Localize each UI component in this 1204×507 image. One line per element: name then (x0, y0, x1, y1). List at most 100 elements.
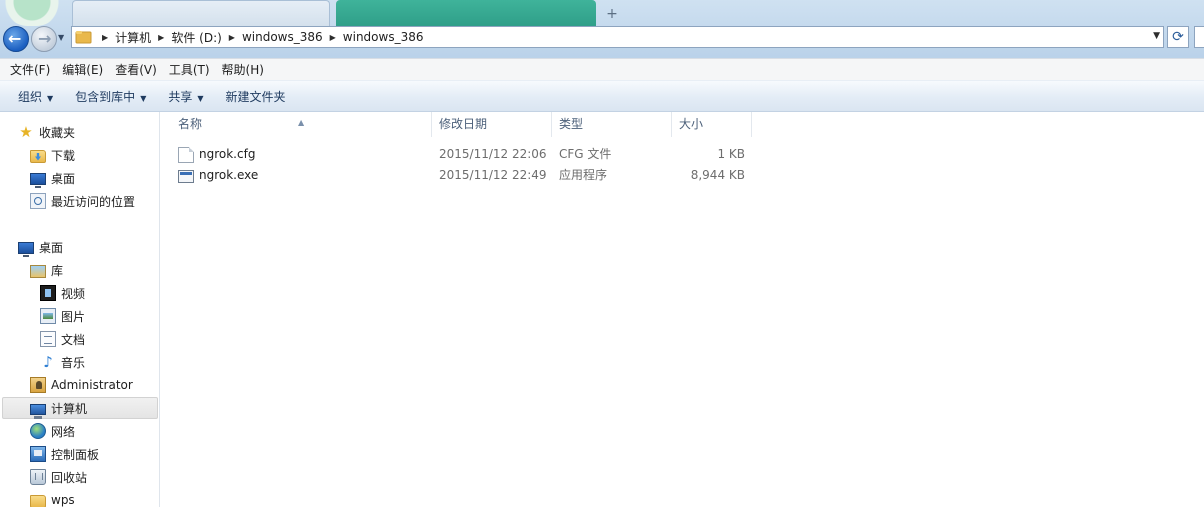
nav-documents-label: 文档 (61, 332, 86, 347)
file-modified: 2015/11/12 22:49 (439, 168, 547, 182)
user-folder-icon (30, 377, 46, 393)
chevron-down-icon: ▼ (47, 93, 54, 103)
nav-control-panel-label: 控制面板 (51, 447, 100, 462)
control-panel-icon (30, 446, 46, 462)
back-button[interactable]: ← (3, 26, 29, 52)
nav-music-label: 音乐 (61, 355, 86, 370)
browser-tab-1[interactable] (72, 0, 330, 27)
document-icon (40, 331, 56, 347)
organize-button[interactable]: 组织 ▼ (10, 88, 61, 105)
address-history-dropdown-icon[interactable]: ▼ (1153, 31, 1160, 41)
star-icon: ★ (19, 123, 33, 141)
nav-administrator[interactable]: Administrator (30, 374, 133, 396)
breadcrumb-separator-icon[interactable]: ▶ (158, 33, 164, 42)
nav-recent-places[interactable]: 最近访问的位置 (30, 190, 135, 212)
nav-recycle-bin[interactable]: 回收站 (30, 466, 87, 488)
menu-tools[interactable]: 工具(T) (163, 61, 216, 78)
command-bar: 组织 ▼ 包含到库中 ▼ 共享 ▼ 新建文件夹 (0, 80, 1204, 112)
navigation-pane: ★ 收藏夹 下载 桌面 最近访问的位置 桌面 库 视频 图片 文档 ♪ 音乐 A… (0, 112, 160, 507)
nav-pictures[interactable]: 图片 (40, 305, 85, 327)
file-name: ngrok.cfg (199, 147, 256, 161)
column-header-type[interactable]: 类型 (552, 112, 672, 137)
nav-desktop-favorite-label: 桌面 (51, 171, 76, 186)
file-name-cell[interactable]: ngrok.cfg (171, 144, 432, 165)
file-size: 8,944 KB (690, 168, 745, 182)
nav-documents[interactable]: 文档 (40, 328, 85, 350)
address-bar[interactable]: ▶ 计算机 ▶ 软件 (D:) ▶ windows_386 ▶ windows_… (71, 26, 1164, 48)
column-header-row: ▲ 名称 修改日期 类型 大小 (171, 112, 752, 137)
nav-wps[interactable]: wps (30, 489, 75, 507)
sort-ascending-icon: ▲ (298, 118, 305, 127)
desktop-icon (30, 173, 46, 188)
nav-desktop[interactable]: 桌面 (18, 236, 63, 258)
forward-button[interactable]: → (31, 26, 57, 52)
downloads-folder-icon (30, 149, 46, 163)
picture-icon (40, 308, 56, 324)
nav-libraries[interactable]: 库 (30, 259, 63, 281)
file-size: 1 KB (717, 147, 745, 161)
menu-view[interactable]: 查看(V) (109, 61, 163, 78)
breadcrumb-separator-icon[interactable]: ▶ (229, 33, 235, 42)
column-header-name-label: 名称 (178, 117, 203, 131)
nav-desktop-label: 桌面 (39, 240, 64, 255)
breadcrumb-folder-1[interactable]: windows_386 (242, 30, 323, 44)
include-in-library-button[interactable]: 包含到库中 ▼ (67, 88, 154, 105)
chevron-down-icon: ▼ (197, 93, 204, 103)
file-type: CFG 文件 (559, 147, 612, 161)
nav-videos[interactable]: 视频 (40, 282, 85, 304)
computer-icon (30, 403, 46, 419)
nav-wps-label: wps (51, 493, 75, 507)
folder-icon (75, 29, 95, 45)
menubar: 文件(F) 编辑(E) 查看(V) 工具(T) 帮助(H) (0, 58, 1204, 80)
include-in-library-label: 包含到库中 (75, 89, 136, 104)
nav-favorites[interactable]: ★ 收藏夹 (18, 121, 75, 143)
nav-network-label: 网络 (51, 424, 76, 439)
file-row[interactable]: ngrok.exe 2015/11/12 22:49 应用程序 8,944 KB (171, 165, 752, 186)
browser-logo-icon (2, 0, 62, 26)
recent-places-icon (30, 193, 46, 209)
new-folder-button[interactable]: 新建文件夹 (218, 88, 294, 105)
recent-pages-dropdown[interactable]: ▼ (58, 33, 68, 43)
new-tab-plus-icon[interactable]: + (604, 6, 620, 22)
column-header-name[interactable]: ▲ 名称 (171, 112, 432, 137)
nav-computer[interactable]: 计算机 (2, 397, 158, 419)
nav-desktop-favorite[interactable]: 桌面 (30, 167, 75, 189)
column-header-size[interactable]: 大小 (672, 112, 752, 137)
breadcrumb-separator-icon[interactable]: ▶ (102, 33, 108, 42)
nav-control-panel[interactable]: 控制面板 (30, 443, 99, 465)
nav-music[interactable]: ♪ 音乐 (40, 351, 85, 373)
cfg-file-icon (178, 146, 194, 163)
breadcrumb-drive[interactable]: 软件 (D:) (171, 29, 221, 46)
nav-network[interactable]: 网络 (30, 420, 75, 442)
nav-downloads-label: 下载 (51, 148, 76, 163)
share-button[interactable]: 共享 ▼ (160, 88, 211, 105)
file-name-cell[interactable]: ngrok.exe (171, 165, 432, 186)
share-label: 共享 (168, 89, 193, 104)
folder-icon (30, 494, 46, 507)
nav-recycle-bin-label: 回收站 (51, 470, 88, 485)
refresh-icon: ⟳ (1172, 29, 1184, 45)
desktop-icon (18, 242, 34, 257)
breadcrumb-computer[interactable]: 计算机 (115, 29, 151, 46)
refresh-button[interactable]: ⟳ (1167, 26, 1189, 48)
menu-file[interactable]: 文件(F) (4, 61, 56, 78)
breadcrumb-folder-2[interactable]: windows_386 (343, 30, 424, 44)
column-header-modified[interactable]: 修改日期 (432, 112, 552, 137)
file-modified: 2015/11/12 22:06 (439, 147, 547, 161)
search-box-edge[interactable] (1194, 26, 1204, 48)
arrow-left-icon: ← (8, 29, 22, 48)
nav-downloads[interactable]: 下载 (30, 144, 75, 166)
menu-edit[interactable]: 编辑(E) (56, 61, 109, 78)
file-row[interactable]: ngrok.cfg 2015/11/12 22:06 CFG 文件 1 KB (171, 144, 752, 165)
nav-administrator-label: Administrator (51, 378, 133, 392)
music-note-icon: ♪ (43, 353, 53, 371)
video-icon (40, 285, 56, 301)
nav-videos-label: 视频 (61, 286, 86, 301)
browser-tab-2[interactable] (336, 0, 596, 27)
menu-help[interactable]: 帮助(H) (216, 61, 270, 78)
chevron-down-icon: ▼ (140, 93, 147, 103)
file-list: ▲ 名称 修改日期 类型 大小 ngrok.cfg 2015/11/12 22:… (161, 112, 1204, 507)
breadcrumb-separator-icon[interactable]: ▶ (330, 33, 336, 42)
exe-file-icon (178, 170, 194, 183)
nav-libraries-label: 库 (51, 263, 64, 278)
